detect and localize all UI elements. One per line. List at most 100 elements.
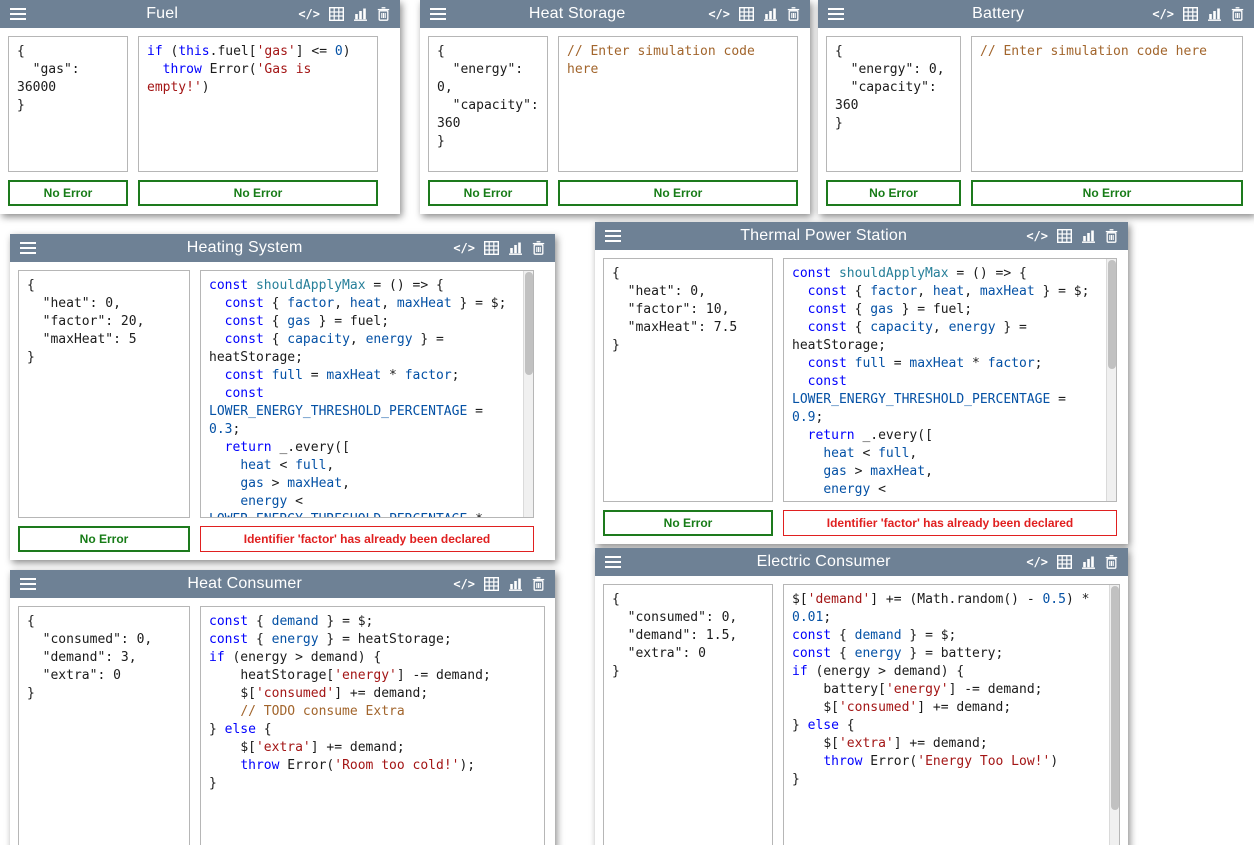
code-editor[interactable]: // Enter simulation code here [558,36,798,172]
code-icon[interactable]: </> [453,241,475,255]
status-row: No Error No Error [0,180,400,214]
code-content: // Enter simulation code here [972,37,1242,67]
scrollbar-thumb[interactable] [1111,586,1119,810]
table-icon[interactable] [484,241,499,255]
state-status-badge: No Error [8,180,128,206]
trash-icon[interactable] [787,7,800,21]
status-row: No Error Identifier 'factor' has already… [10,526,555,560]
state-editor[interactable]: { "gas": 36000 } [8,36,128,172]
code-icon[interactable]: </> [708,7,730,21]
panel-body: { "energy": 0, "capacity": 360 } // Ente… [818,28,1254,180]
component-panel: Battery </> { "energy": 0, "capacity": 3… [818,0,1254,214]
panel-header: Fuel </> [0,0,400,28]
panel-title: Thermal Power Station [629,227,1018,245]
panel-toolbar: </> [453,577,545,591]
chart-icon[interactable] [353,7,368,21]
state-editor[interactable]: { "heat": 0, "factor": 20, "maxHeat": 5 … [18,270,190,518]
code-content: const shouldApplyMax = () => { const { f… [201,271,533,518]
panel-title: Heating System [44,239,445,257]
scrollbar-thumb[interactable] [525,272,533,375]
panel-toolbar: </> [298,7,390,21]
trash-icon[interactable] [1105,229,1118,243]
trash-icon[interactable] [1105,555,1118,569]
chart-icon[interactable] [1081,229,1096,243]
simulation-dashboard: { "colors": { "header_bg": "#6e8195", "o… [0,0,1254,845]
status-row: No Error Identifier 'factor' has already… [595,510,1128,544]
code-status-badge: No Error [138,180,378,206]
state-editor[interactable]: { "heat": 0, "factor": 10, "maxHeat": 7.… [603,258,773,502]
state-editor[interactable]: { "energy": 0, "capacity": 360 } [428,36,548,172]
panel-toolbar: </> [708,7,800,21]
code-editor[interactable]: $['demand'] += (Math.random() - 0.5) * 0… [783,584,1120,845]
menu-icon[interactable] [605,230,621,242]
panel-toolbar: </> [1026,555,1118,569]
menu-icon[interactable] [828,8,844,20]
panel-header: Heat Storage </> [420,0,810,28]
scrollbar-thumb[interactable] [1108,260,1116,369]
panel-header: Battery </> [818,0,1254,28]
component-panel: Heating System </> { "heat": 0, "factor"… [10,234,555,560]
code-icon[interactable]: </> [1152,7,1174,21]
panel-title: Electric Consumer [629,553,1018,571]
state-editor[interactable]: { "consumed": 0, "demand": 3, "extra": 0… [18,606,190,845]
table-icon[interactable] [739,7,754,21]
panel-toolbar: </> [1026,229,1118,243]
state-status-badge: No Error [428,180,548,206]
panel-toolbar: </> [1152,7,1244,21]
code-editor[interactable]: const { demand } = $;const { energy } = … [200,606,545,845]
menu-icon[interactable] [20,578,36,590]
panel-title: Heat Storage [454,5,700,23]
trash-icon[interactable] [532,241,545,255]
table-icon[interactable] [1057,229,1072,243]
chart-icon[interactable] [763,7,778,21]
panel-body: { "energy": 0, "capacity": 360 } // Ente… [420,28,810,180]
table-icon[interactable] [484,577,499,591]
code-icon[interactable]: </> [453,577,475,591]
code-scrollbar[interactable] [1106,259,1116,501]
menu-icon[interactable] [10,8,26,20]
menu-icon[interactable] [605,556,621,568]
code-status-badge: No Error [971,180,1243,206]
code-editor[interactable]: if (this.fuel['gas'] <= 0) throw Error('… [138,36,378,172]
state-editor[interactable]: { "energy": 0, "capacity": 360 } [826,36,961,172]
code-icon[interactable]: </> [1026,555,1048,569]
menu-icon[interactable] [20,242,36,254]
code-editor[interactable]: const shouldApplyMax = () => { const { f… [783,258,1117,502]
chart-icon[interactable] [508,577,523,591]
menu-icon[interactable] [430,8,446,20]
panel-body: { "heat": 0, "factor": 20, "maxHeat": 5 … [10,262,555,526]
panel-title: Fuel [34,5,290,23]
component-panel: Electric Consumer </> { "consumed": 0, "… [595,548,1128,845]
table-icon[interactable] [329,7,344,21]
trash-icon[interactable] [377,7,390,21]
panel-body: { "heat": 0, "factor": 10, "maxHeat": 7.… [595,250,1128,510]
chart-icon[interactable] [508,241,523,255]
code-icon[interactable]: </> [1026,229,1048,243]
trash-icon[interactable] [1231,7,1244,21]
component-panel: Heat Consumer </> { "consumed": 0, "dema… [10,570,555,845]
code-status-badge: No Error [558,180,798,206]
code-scrollbar[interactable] [523,271,533,517]
status-row: No Error No Error [420,180,810,214]
panel-body: { "gas": 36000 } if (this.fuel['gas'] <=… [0,28,400,180]
code-content: // Enter simulation code here [559,37,797,85]
state-editor[interactable]: { "consumed": 0, "demand": 1.5, "extra":… [603,584,773,845]
component-panel: Thermal Power Station </> { "heat": 0, "… [595,222,1128,544]
state-status-badge: No Error [603,510,773,536]
code-editor[interactable]: // Enter simulation code here [971,36,1243,172]
panel-title: Heat Consumer [44,575,445,593]
code-icon[interactable]: </> [298,7,320,21]
chart-icon[interactable] [1081,555,1096,569]
panel-header: Electric Consumer </> [595,548,1128,576]
table-icon[interactable] [1183,7,1198,21]
panel-body: { "consumed": 0, "demand": 3, "extra": 0… [10,598,555,845]
panel-title: Battery [852,5,1144,23]
trash-icon[interactable] [532,577,545,591]
code-editor[interactable]: const shouldApplyMax = () => { const { f… [200,270,534,518]
chart-icon[interactable] [1207,7,1222,21]
code-scrollbar[interactable] [1109,585,1119,845]
table-icon[interactable] [1057,555,1072,569]
panel-header: Thermal Power Station </> [595,222,1128,250]
state-status-badge: No Error [18,526,190,552]
code-content: if (this.fuel['gas'] <= 0) throw Error('… [139,37,377,103]
